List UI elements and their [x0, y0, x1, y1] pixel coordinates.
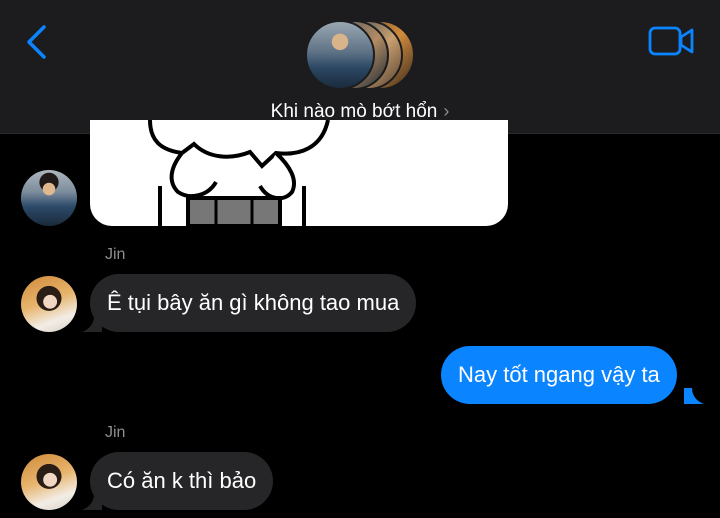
- group-avatar-stack[interactable]: [305, 20, 417, 92]
- sender-avatar[interactable]: [21, 276, 77, 332]
- message-bubble-incoming[interactable]: Có ăn k thì bảo: [90, 452, 274, 510]
- member-avatar: [305, 20, 375, 90]
- message-bubble-incoming[interactable]: Ê tụi bây ăn gì không tao mua: [90, 274, 417, 332]
- sticker-image: [148, 120, 330, 226]
- conversation-title-text: Khi nào mò bớt hổn: [270, 101, 438, 122]
- sender-avatar[interactable]: [21, 454, 77, 510]
- back-button[interactable]: [22, 24, 52, 60]
- video-call-button[interactable]: [648, 26, 694, 56]
- message-bubble-outgoing[interactable]: Nay tốt ngang vậy ta: [441, 346, 677, 404]
- chevron-left-icon: [27, 25, 46, 59]
- chat-header: Khi nào mò bớt hổn ›: [0, 0, 720, 134]
- video-camera-icon: [648, 26, 694, 56]
- chevron-right-icon: ›: [443, 101, 450, 121]
- sender-avatar[interactable]: [21, 170, 77, 226]
- sender-name: Jin: [105, 246, 126, 263]
- sender-name: Jin: [105, 424, 126, 441]
- image-message[interactable]: [90, 120, 508, 226]
- bubble-tail: [684, 388, 704, 404]
